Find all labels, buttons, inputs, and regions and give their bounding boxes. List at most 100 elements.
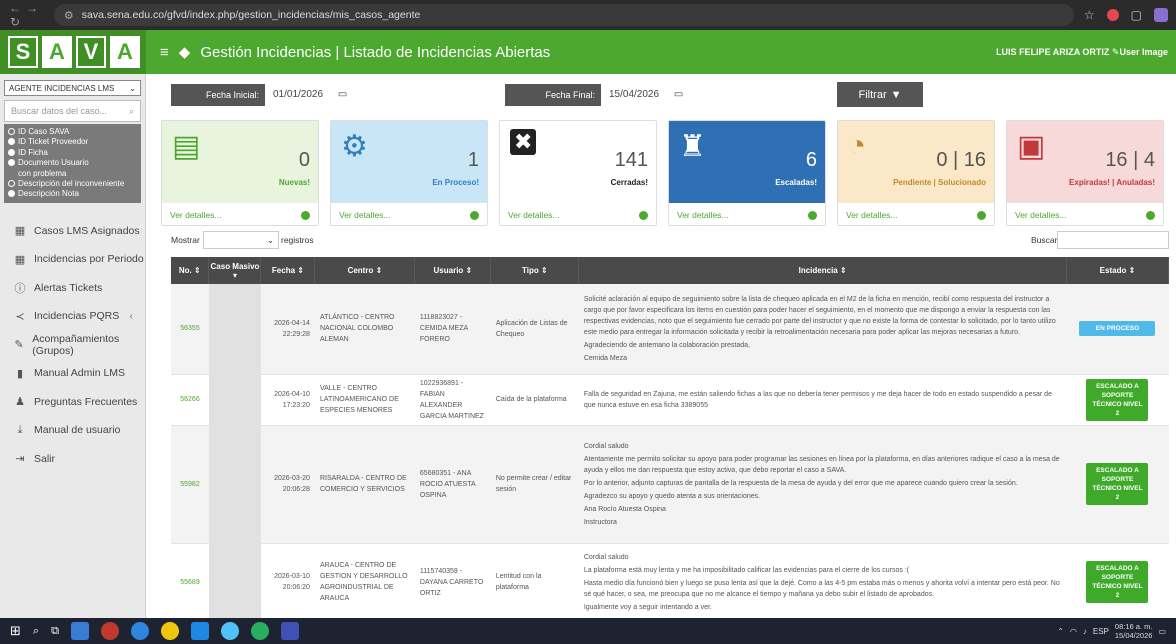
center-cell: ATLÁNTICO - CENTRO NACIONAL COLOMBO ALEM… xyxy=(314,284,415,375)
radio-icon[interactable] xyxy=(8,190,15,198)
col-tipo[interactable]: Tipo ⇕ xyxy=(490,257,580,284)
search-icon[interactable]: ⌕ xyxy=(129,106,134,117)
card-details-link[interactable]: Ver detalles... xyxy=(170,210,222,220)
radio-icon[interactable] xyxy=(8,180,15,188)
start-date-input[interactable]: 01/01/2026 ▭ xyxy=(273,84,363,106)
filter-descripcion[interactable]: Descripción del inconveniente xyxy=(8,179,137,189)
col-fecha[interactable]: Fecha ⇕ xyxy=(260,257,316,284)
wifi-icon[interactable]: ◠ xyxy=(1070,627,1077,636)
windows-start-icon[interactable]: ⊞ xyxy=(10,623,21,639)
forward-icon[interactable]: → xyxy=(25,1,39,15)
col-usuario[interactable]: Usuario ⇕ xyxy=(414,257,492,284)
card-details-link[interactable]: Ver detalles... xyxy=(1015,210,1067,220)
col-centro[interactable]: Centro ⇕ xyxy=(314,257,416,284)
hamburger-icon[interactable]: ≡ xyxy=(160,44,169,61)
notification-icon[interactable]: ▭ xyxy=(1158,627,1166,636)
tray-arrow-icon[interactable]: ⌃ xyxy=(1057,627,1064,636)
table-row[interactable]: 55982 2026-03-20 20:06:28 RISARALDA - CENT… xyxy=(171,425,1169,544)
table-row[interactable]: 56266 2026-04-10 17:23:20 VALLE - CENTRO L… xyxy=(171,374,1169,426)
card-cerradas[interactable]: ✖ 141 Cerradas! Ver detalles... xyxy=(499,120,657,226)
radio-icon[interactable] xyxy=(8,148,15,156)
sidebar-item-casos[interactable]: ▦ Casos LMS Asignados xyxy=(0,217,145,246)
end-date-input[interactable]: 15/04/2026 ▭ xyxy=(609,84,699,106)
edge-icon[interactable] xyxy=(130,622,149,640)
arrow-circle-icon[interactable] xyxy=(977,210,986,220)
filter-id-ticket[interactable]: ID Ticket Proveedor xyxy=(8,137,137,147)
explorer-icon[interactable] xyxy=(70,622,89,640)
filter-nota[interactable]: Descripción Nota xyxy=(8,189,137,199)
sidebar-item-alertas[interactable]: ⓘ Alertas Tickets xyxy=(0,274,145,303)
arrow-circle-icon[interactable] xyxy=(808,210,817,220)
volume-icon[interactable]: ♪ xyxy=(1083,627,1087,636)
radio-icon[interactable] xyxy=(8,128,15,135)
address-bar[interactable]: ⚙ sava.sena.edu.co/gfvd/index.php/gestio… xyxy=(53,4,1074,26)
card-escaladas[interactable]: ♜ 6 Escaladas! Ver detalles... xyxy=(668,120,826,226)
card-details-link[interactable]: Ver detalles... xyxy=(846,210,898,220)
card-details-link[interactable]: Ver detalles... xyxy=(677,210,729,220)
app-icon[interactable] xyxy=(190,622,209,640)
status-badge[interactable]: ESCALADO A SOPORTE TÉCNICO NIVEL 2 xyxy=(1086,378,1149,421)
card-en-proceso[interactable]: ⚙ 1 En Proceso! Ver detalles... xyxy=(330,120,488,226)
status-badge[interactable]: ESCALADO A SOPORTE TÉCNICO NIVEL 2 xyxy=(1086,463,1149,505)
arrow-circle-icon[interactable] xyxy=(470,210,479,220)
sidebar-item-acompanamientos[interactable]: ✎ Acompañamientos (Grupos) xyxy=(0,331,145,360)
puzzle-icon[interactable]: ▢ xyxy=(1131,8,1142,22)
calendar-icon[interactable]: ▭ xyxy=(338,89,347,100)
table-row[interactable]: 55689 2026-03-10 20:06:20 ARAUCA - CENTRO … xyxy=(171,543,1169,618)
case-search-input[interactable]: Buscar datos del caso... ⌕ xyxy=(4,100,141,122)
bookmark-star-icon[interactable]: ☆ xyxy=(1084,8,1095,22)
opera-icon[interactable] xyxy=(100,622,119,640)
sidebar-item-periodo[interactable]: ▦ Incidencias por Periodo xyxy=(0,245,145,274)
site-settings-icon[interactable]: ⚙ xyxy=(64,9,74,22)
chrome-icon[interactable] xyxy=(160,622,179,640)
status-badge[interactable]: EN PROCESO xyxy=(1079,321,1156,337)
user-menu[interactable]: LUIS FELIPE ARIZA ORTIZ ✎User Image xyxy=(996,47,1176,58)
profile-avatar[interactable] xyxy=(1154,8,1168,22)
clock[interactable]: 08:16 a. m. 15/04/2026 xyxy=(1115,622,1153,640)
task-view-icon[interactable]: ⧉ xyxy=(51,625,59,638)
app-icon[interactable] xyxy=(220,622,239,640)
case-id-link[interactable]: 56355 xyxy=(171,284,209,375)
case-id-link[interactable]: 56266 xyxy=(171,374,209,426)
card-details-link[interactable]: Ver detalles... xyxy=(339,210,391,220)
table-search-input[interactable] xyxy=(1057,231,1169,249)
app-icon[interactable] xyxy=(280,622,299,640)
arrow-circle-icon[interactable] xyxy=(639,210,648,220)
col-estado[interactable]: Estado ⇕ xyxy=(1066,257,1170,284)
case-id-link[interactable]: 55689 xyxy=(171,543,209,618)
back-icon[interactable]: ← xyxy=(8,1,22,15)
spotify-icon[interactable] xyxy=(250,622,269,640)
sidebar-item-preguntas[interactable]: ♟ Preguntas Frecuentes xyxy=(0,388,145,417)
agent-select[interactable]: AGENTE INCIDENCIAS LMS ⌄ xyxy=(4,80,141,96)
reload-icon[interactable]: ↻ xyxy=(8,15,22,29)
arrow-circle-icon[interactable] xyxy=(301,210,310,220)
filter-id-caso[interactable]: ID Caso SAVA xyxy=(8,127,137,137)
page-length-select[interactable]: ⌄ xyxy=(203,231,279,249)
card-nuevas[interactable]: ▤ 0 Nuevas! Ver detalles... xyxy=(161,120,319,226)
sidebar-item-manual-admin[interactable]: ▮ Manual Admin LMS xyxy=(0,359,145,388)
date-cell: 2026-03-20 20:06:28 xyxy=(260,425,315,544)
search-icon[interactable]: ⌕ xyxy=(33,625,39,638)
radio-icon[interactable] xyxy=(8,159,15,167)
card-details-link[interactable]: Ver detalles... xyxy=(508,210,560,220)
col-incidencia[interactable]: Incidencia ⇕ xyxy=(578,257,1067,284)
filter-documento[interactable]: Documento Usuario xyxy=(8,158,137,168)
sidebar-item-manual-usuario[interactable]: ⤓ Manual de usuario xyxy=(0,416,145,445)
filter-button[interactable]: Filtrar ▼ xyxy=(837,82,923,107)
filter-id-ficha[interactable]: ID Ficha xyxy=(8,148,137,158)
extension-icon[interactable] xyxy=(1106,9,1119,21)
col-no[interactable]: No. ⇕ xyxy=(171,257,210,284)
status-badge[interactable]: ESCALADO A SOPORTE TÉCNICO NIVEL 2 xyxy=(1086,561,1149,603)
case-id-link[interactable]: 55982 xyxy=(171,425,209,544)
sidebar-item-pqrs[interactable]: ≺ Incidencias PQRS ‹ xyxy=(0,302,145,331)
arrow-circle-icon[interactable] xyxy=(1146,210,1155,220)
radio-icon[interactable] xyxy=(8,138,15,146)
col-masivo[interactable]: Caso Masivo ▾ xyxy=(208,257,262,284)
sava-logo[interactable]: S A V A xyxy=(0,30,146,74)
language-indicator[interactable]: ESP xyxy=(1093,627,1109,636)
sidebar-item-salir[interactable]: ⇥ Salir xyxy=(0,445,145,474)
card-expiradas[interactable]: ▣ 16 | 4 Expiradas! | Anuladas! Ver detall… xyxy=(1006,120,1164,226)
table-row[interactable]: 56355 2026-04-14 22:29:28 ATLÁNTICO - CENT… xyxy=(171,284,1169,375)
card-pendiente[interactable]: ◔ 0 | 16 Pendiente | Solucionado Ver detal… xyxy=(837,120,995,226)
calendar-icon[interactable]: ▭ xyxy=(674,89,683,100)
